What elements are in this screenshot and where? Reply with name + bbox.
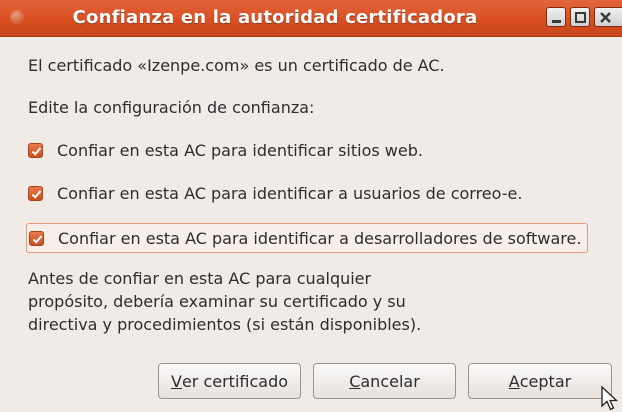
button-label: ancelar (360, 371, 420, 391)
checkmark-icon (32, 234, 43, 244)
title-bar[interactable]: Confianza en la autoridad certificadora (0, 0, 622, 37)
certificate-trust-dialog: Confianza en la autoridad certificadora … (0, 0, 622, 412)
maximize-button[interactable] (570, 7, 590, 27)
mouse-pointer-icon (601, 386, 619, 411)
button-label: ceptar (519, 371, 572, 391)
checkbox-checked[interactable] (28, 185, 43, 201)
button-label: er certificado (181, 371, 289, 391)
checkmark-icon (31, 146, 42, 156)
accept-button[interactable]: Aceptar (468, 363, 612, 399)
button-mnemonic: A (508, 371, 520, 391)
minimize-icon (552, 20, 561, 23)
advice-line: directiva y procedimientos (si están dis… (28, 315, 422, 334)
window-menu-icon[interactable] (10, 10, 24, 24)
minimize-button[interactable] (546, 7, 566, 27)
checkmark-icon (31, 189, 42, 199)
advice-line: Antes de confiar en esta AC para cualqui… (28, 269, 372, 288)
button-mnemonic: C (349, 371, 361, 391)
advice-paragraph: Antes de confiar en esta AC para cualqui… (28, 267, 421, 336)
trust-software-developers-checkbox[interactable]: Confiar en esta AC para identificar a de… (26, 223, 589, 253)
checkbox-label: Confiar en esta AC para identificar siti… (57, 140, 423, 160)
cancel-button[interactable]: Cancelar (313, 363, 456, 399)
trust-websites-checkbox[interactable]: Confiar en esta AC para identificar siti… (28, 137, 423, 163)
close-icon (600, 12, 611, 23)
trust-email-users-checkbox[interactable]: Confiar en esta AC para identificar a us… (28, 180, 522, 206)
view-certificate-button[interactable]: Ver certificado (158, 363, 301, 399)
checkbox-label: Confiar en esta AC para identificar a us… (57, 183, 523, 203)
checkbox-checked[interactable] (29, 230, 44, 246)
intro-text: El certificado «Izenpe.com» es un certif… (28, 56, 445, 75)
window-title: Confianza en la autoridad certificadora (72, 7, 478, 28)
advice-line: propósito, debería examinar su certifica… (28, 292, 406, 311)
button-mnemonic: V (170, 371, 182, 391)
edit-prompt: Edite la configuración de confianza: (28, 98, 315, 117)
maximize-icon (575, 12, 586, 23)
checkbox-label: Confiar en esta AC para identificar a de… (58, 228, 582, 248)
close-button[interactable] (594, 7, 622, 27)
checkbox-checked[interactable] (28, 142, 43, 158)
